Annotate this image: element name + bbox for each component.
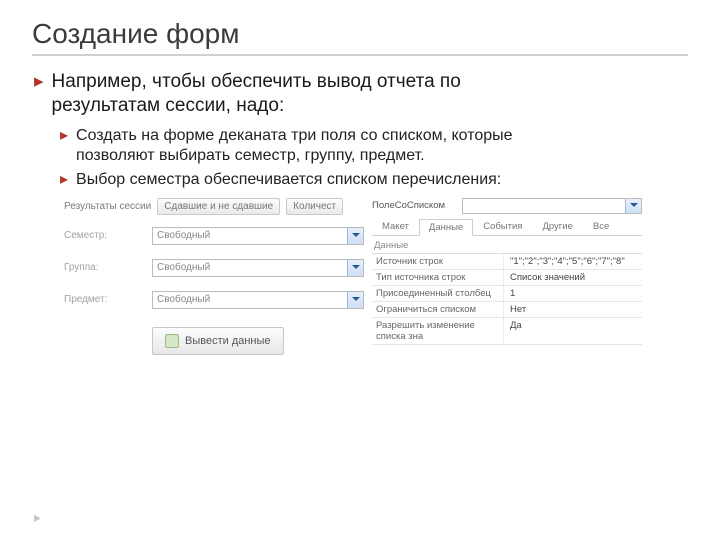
bullet-level2-a: ▸ Создать на форме деканата три поля со … <box>60 126 688 166</box>
tab-other[interactable]: Другие <box>532 218 582 235</box>
bullet-mark-icon: ▸ <box>34 70 44 118</box>
semester-combo[interactable]: Свободный <box>152 227 364 245</box>
b2b-text: Выбор семестра обеспечивается списком пе… <box>76 170 501 190</box>
subject-label: Предмет: <box>64 294 142 305</box>
chevron-down-icon[interactable] <box>625 199 641 213</box>
slide-footer-mark-icon: ▸ <box>34 509 41 526</box>
prop-row: Ограничиться спискомНет <box>372 302 642 318</box>
chevron-down-icon[interactable] <box>347 228 363 244</box>
property-section-header: Данные <box>374 240 642 251</box>
chevron-down-icon[interactable] <box>347 260 363 276</box>
group-label: Группа: <box>64 262 142 273</box>
bullet-level1: ▸ Например, чтобы обеспечить вывод отчет… <box>34 70 688 118</box>
property-tabs: Макет Данные События Другие Все <box>372 218 642 236</box>
tab-passed[interactable]: Сдавшие и не сдавшие <box>157 198 280 215</box>
b1-text-line2: результатам сессии, надо: <box>52 94 461 118</box>
b1-text-line1: Например, чтобы обеспечить вывод отчета … <box>52 70 461 94</box>
bullet-mark-icon: ▸ <box>60 170 68 190</box>
tab-count[interactable]: Количест <box>286 198 343 215</box>
b2a-line2: позволяют выбирать семестр, группу, пред… <box>76 146 513 166</box>
group-combo[interactable]: Свободный <box>152 259 364 277</box>
prop-row: Источник строк"1";"2";"3";"4";"5";"6";"7… <box>372 254 642 270</box>
results-label: Результаты сессии <box>64 201 151 212</box>
chevron-down-icon[interactable] <box>347 292 363 308</box>
prop-row: Тип источника строкСписок значений <box>372 270 642 286</box>
form-preview-panel: Результаты сессии Сдавшие и не сдавшие К… <box>64 198 364 355</box>
subject-combo[interactable]: Свободный <box>152 291 364 309</box>
bullet-level2-b: ▸ Выбор семестра обеспечивается списком … <box>60 170 688 190</box>
tab-events[interactable]: События <box>473 218 532 235</box>
semester-label: Семестр: <box>64 230 142 241</box>
property-sheet-panel: ПолеСоСписком Макет Данные События Други… <box>372 198 642 355</box>
combobox-name-label: ПолеСоСписком <box>372 200 462 211</box>
tab-all[interactable]: Все <box>583 218 619 235</box>
tab-layout[interactable]: Макет <box>372 218 419 235</box>
tab-data[interactable]: Данные <box>419 219 473 236</box>
bullet-mark-icon: ▸ <box>60 126 68 166</box>
object-selector-combo[interactable] <box>462 198 642 214</box>
prop-row: Присоединенный столбец1 <box>372 286 642 302</box>
output-data-button[interactable]: Вывести данные <box>152 327 284 355</box>
slide-title: Создание форм <box>32 18 688 56</box>
report-icon <box>165 334 179 348</box>
property-grid: Источник строк"1";"2";"3";"4";"5";"6";"7… <box>372 253 642 345</box>
prop-row: Разрешить изменение списка знаДа <box>372 318 642 345</box>
button-label: Вывести данные <box>185 335 271 347</box>
b2a-line1: Создать на форме деканата три поля со сп… <box>76 126 513 146</box>
